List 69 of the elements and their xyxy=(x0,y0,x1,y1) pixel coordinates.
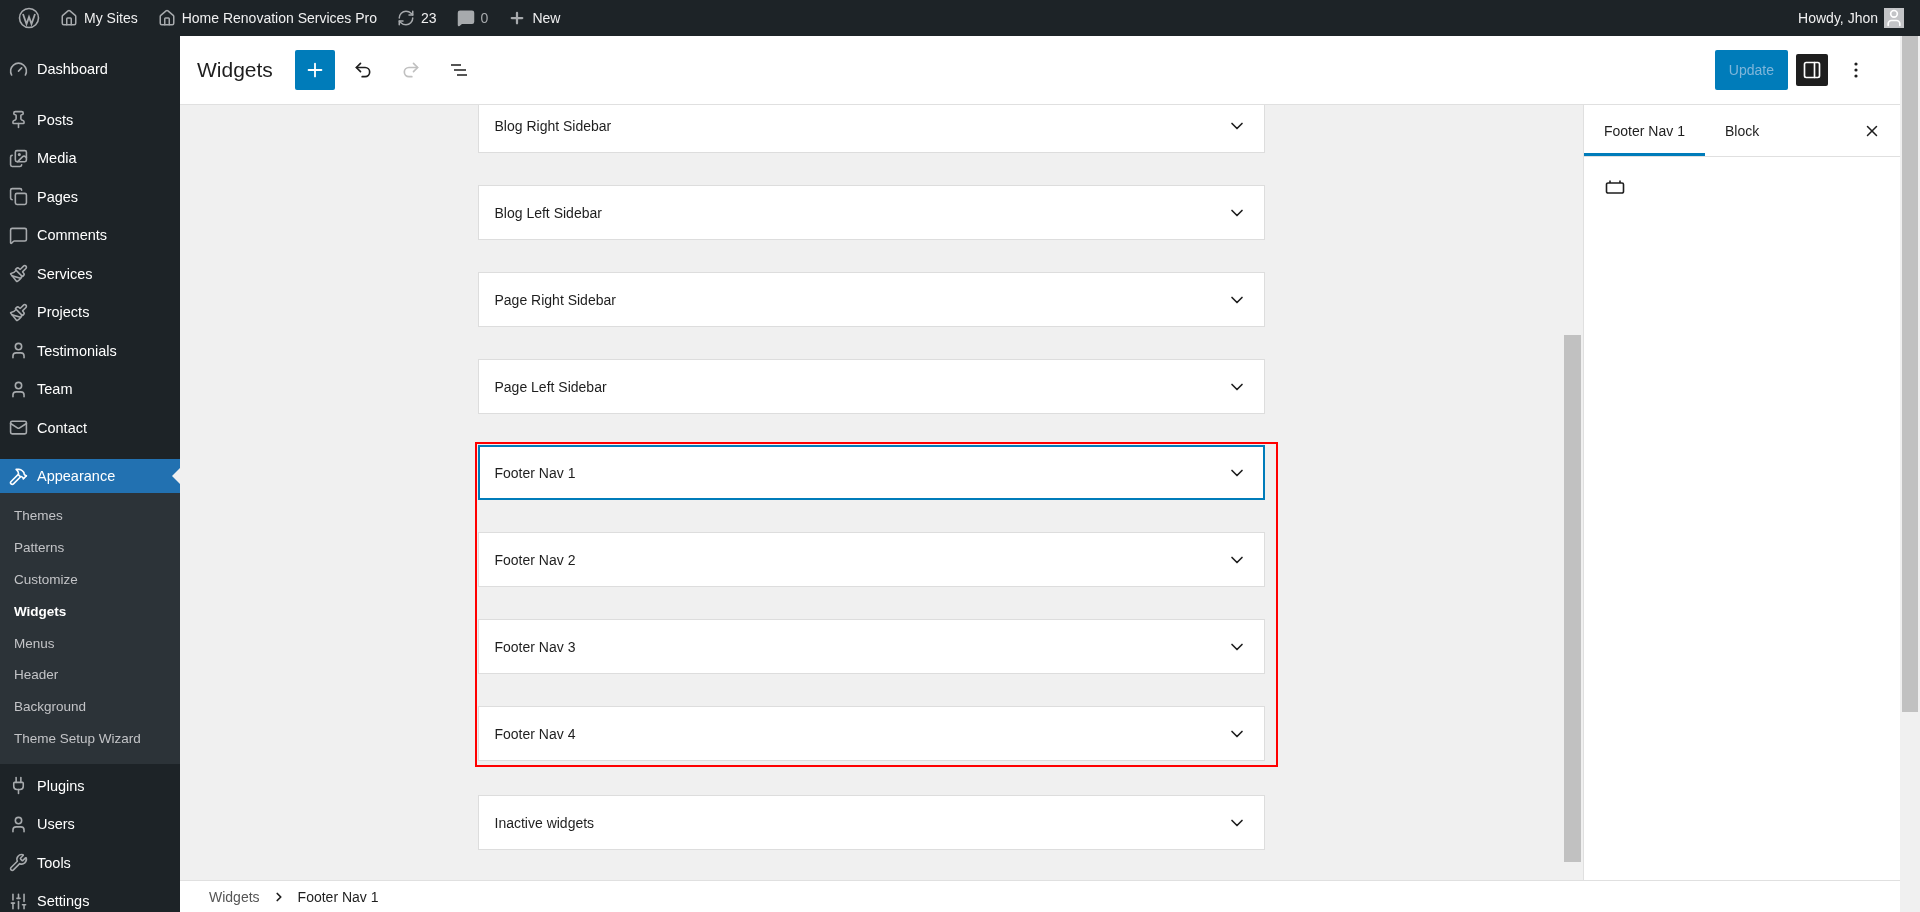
media-icon xyxy=(9,148,28,168)
comment-icon xyxy=(456,9,475,27)
breadcrumb-link[interactable]: Widgets xyxy=(209,888,260,905)
person-icon xyxy=(9,814,28,834)
submenu-item[interactable]: Menus xyxy=(0,627,180,659)
avatar-icon xyxy=(1884,8,1904,28)
widget-area-icon xyxy=(1605,179,1625,195)
widget-area[interactable]: Footer Nav 4 xyxy=(477,706,1265,761)
settings-panel-button[interactable] xyxy=(1796,54,1828,86)
sidebar-item[interactable]: Comments xyxy=(0,216,180,255)
panel-tab[interactable]: Footer Nav 1 xyxy=(1584,105,1705,156)
submenu-item[interactable]: Header xyxy=(0,659,180,691)
sliders-icon xyxy=(9,891,28,911)
sidebar-item[interactable]: Dashboard xyxy=(0,50,180,89)
home-icon xyxy=(157,9,176,27)
sidebar-item[interactable]: Services xyxy=(0,254,180,293)
sidebar-item[interactable]: Users xyxy=(0,804,180,844)
dashboard-icon xyxy=(9,59,28,79)
submenu-item[interactable]: Themes xyxy=(0,500,180,532)
widget-area[interactable]: Inactive widgets xyxy=(477,795,1265,850)
sidebar-item[interactable]: Settings xyxy=(0,881,180,912)
comments-link[interactable]: 0 xyxy=(446,9,499,27)
submenu-item[interactable]: Widgets xyxy=(0,595,180,628)
envelope-icon xyxy=(9,418,28,438)
sidebar-item[interactable]: Posts xyxy=(0,100,180,139)
sidebar-item[interactable]: Contact xyxy=(0,408,180,447)
add-block-button[interactable] xyxy=(294,50,335,90)
submenu-item[interactable]: Customize xyxy=(0,563,180,596)
breadcrumb-link[interactable]: Footer Nav 1 xyxy=(297,888,379,905)
hammer-icon xyxy=(9,466,28,486)
submenu-item[interactable]: Theme Setup Wizard xyxy=(0,722,180,755)
account-link[interactable]: Howdy, Jhon xyxy=(1788,8,1914,28)
sidebar-item[interactable]: Plugins xyxy=(0,766,180,805)
scrollbar[interactable] xyxy=(1562,105,1583,880)
sidebar-item[interactable]: Tools xyxy=(0,843,180,882)
sidebar-item[interactable]: Pages xyxy=(0,177,180,216)
sidebar-item[interactable]: Projects xyxy=(0,293,180,332)
paintbrush-icon xyxy=(9,302,28,322)
person-icon xyxy=(9,379,28,399)
widget-area[interactable]: Blog Right Sidebar xyxy=(477,105,1265,153)
sidebar-item[interactable]: Testimonials xyxy=(0,331,180,370)
sidebar-item[interactable]: Media xyxy=(0,139,180,178)
wrench-icon xyxy=(9,853,28,873)
panel-icon xyxy=(1802,60,1822,80)
page-title: Widgets xyxy=(197,58,273,82)
widget-area[interactable]: Footer Nav 1 xyxy=(477,445,1265,500)
pages-icon xyxy=(9,187,28,207)
widget-area[interactable]: Page Left Sidebar xyxy=(477,359,1265,414)
widget-area[interactable]: Footer Nav 2 xyxy=(477,532,1265,587)
updates-link[interactable]: 23 xyxy=(387,9,447,27)
new-link[interactable]: New xyxy=(498,9,571,27)
sidebar-item[interactable]: Appearance xyxy=(0,459,180,493)
undo-icon xyxy=(352,60,373,80)
paintbrush-icon xyxy=(9,264,28,284)
refresh-icon xyxy=(397,9,415,27)
sidebar-item[interactable]: Team xyxy=(0,370,180,409)
site-name-link[interactable]: Home Renovation Services Pro xyxy=(147,9,387,27)
wordpress-logo-icon[interactable] xyxy=(18,7,40,29)
submenu-item[interactable]: Patterns xyxy=(0,531,180,564)
widget-area[interactable]: Page Right Sidebar xyxy=(477,272,1265,327)
widget-area[interactable]: Footer Nav 3 xyxy=(477,619,1265,674)
widget-area[interactable]: Blog Left Sidebar xyxy=(477,185,1265,240)
person-icon xyxy=(9,341,28,361)
submenu-item[interactable]: Background xyxy=(0,690,180,723)
pin-icon xyxy=(9,110,28,130)
ellipsis-icon xyxy=(1854,62,1858,78)
panel-tab[interactable]: Block xyxy=(1704,105,1780,156)
my-sites-link[interactable]: My Sites xyxy=(50,9,148,27)
comment-icon xyxy=(9,225,28,245)
